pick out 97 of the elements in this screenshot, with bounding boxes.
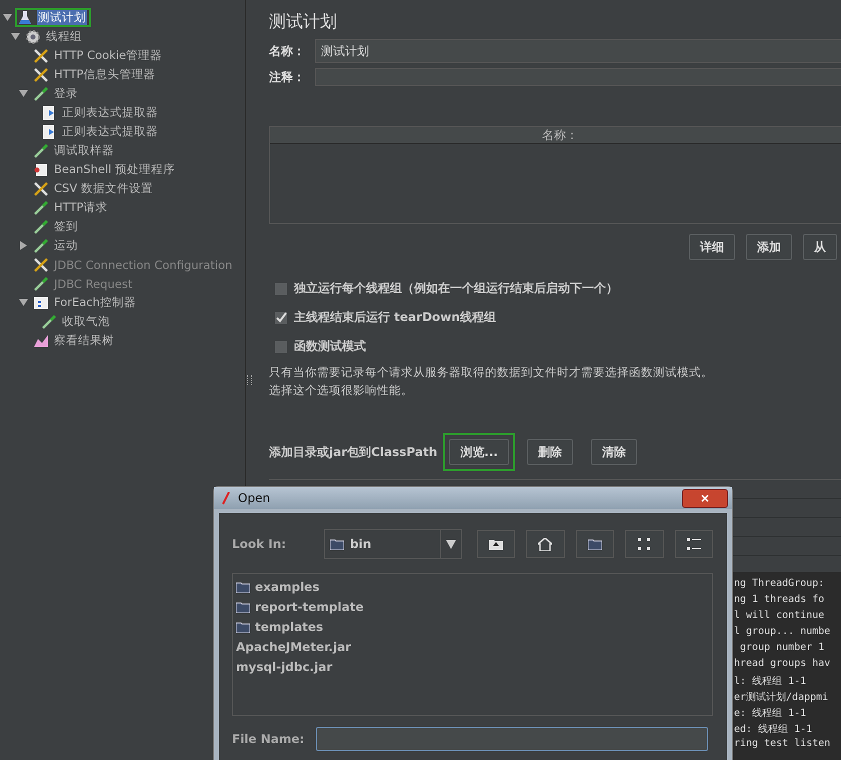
log-line: ring test listen [734, 738, 832, 751]
tree-item[interactable]: 正则表达式提取器 [61, 105, 159, 120]
log-line: er测试计划/dappmi [734, 690, 830, 705]
classpath-label: 添加目录或jar包到ClassPath [269, 444, 438, 460]
log-line: l: 线程组 1-1 [734, 674, 808, 689]
name-field[interactable]: 测试计划 [315, 39, 841, 63]
chart-icon [33, 332, 49, 348]
log-line: group number 1 [739, 642, 826, 655]
folder-icon [236, 622, 250, 632]
expand-toggle-icon[interactable] [11, 32, 20, 41]
pipette-icon [33, 238, 49, 254]
column-header: 名称： [270, 127, 841, 144]
comment-field[interactable] [315, 68, 841, 86]
expand-toggle-icon[interactable] [19, 298, 28, 307]
folder-icon [588, 538, 602, 550]
file-item[interactable]: ApacheJMeter.jar [236, 640, 352, 654]
wrench-screwdriver-icon [33, 180, 49, 196]
log-line: hread groups hav [734, 658, 832, 671]
expand-toggle-icon[interactable] [19, 241, 28, 250]
log-line: ng 1 threads fo [734, 594, 826, 607]
home-button[interactable] [526, 530, 565, 558]
wrench-screwdriver-icon [33, 256, 49, 272]
flask-icon [17, 10, 33, 26]
tree-item[interactable]: 签到 [53, 219, 79, 234]
log-line: l will continue [734, 610, 826, 623]
file-item[interactable]: examples [255, 580, 320, 594]
feather-icon [222, 492, 230, 504]
folder-icon [236, 582, 250, 592]
classpath-button[interactable]: 浏览... [449, 439, 509, 465]
tree-item[interactable]: HTTP信息头管理器 [53, 67, 156, 82]
log-line: l group... numbe [734, 626, 832, 639]
pipette-icon [33, 86, 49, 102]
checkbox[interactable] [275, 312, 287, 324]
new-folder-button[interactable] [576, 530, 614, 558]
tree-item[interactable]: 运动 [53, 238, 79, 253]
file-item[interactable]: templates [255, 620, 324, 634]
script-page-icon [33, 162, 49, 178]
tree-item[interactable]: 收取气泡 [61, 314, 111, 329]
table-button[interactable]: 详细 [689, 234, 735, 260]
log-line: e: 线程组 1-1 [734, 706, 808, 721]
checkbox-label: 函数测试模式 [294, 338, 366, 355]
expand-toggle-icon[interactable] [19, 89, 28, 98]
list-view-button[interactable] [625, 530, 664, 558]
look-in-dropdown[interactable]: bin [324, 529, 462, 559]
grid-icon [638, 538, 650, 550]
file-name-label: File Name: [232, 732, 306, 746]
log-line: ed: 线程组 1-1 [734, 722, 814, 737]
folder-icon [236, 602, 250, 612]
tree-item[interactable]: HTTP Cookie管理器 [53, 48, 164, 63]
tree-item[interactable]: CSV 数据文件设置 [53, 181, 154, 196]
checkbox[interactable] [275, 340, 287, 352]
tree-item[interactable]: 调试取样器 [53, 143, 115, 158]
folder-up-icon [488, 538, 503, 550]
log-line: ng ThreadGroup: [734, 578, 826, 591]
checkbox-label: 独立运行每个线程组（例如在一个组运行结束后启动下一个） [294, 280, 618, 297]
tree-item[interactable]: 正则表达式提取器 [61, 124, 159, 139]
tree-item[interactable]: HTTP请求 [53, 200, 108, 215]
tree-item[interactable]: 线程组 [45, 29, 83, 44]
classpath-button[interactable]: 删除 [526, 439, 573, 465]
splitter-handle-icon[interactable] [247, 375, 252, 385]
pipette-icon [33, 218, 49, 234]
wrench-screwdriver-icon [33, 48, 49, 64]
expand-toggle-icon[interactable] [3, 13, 12, 22]
tree-item[interactable]: ForEach控制器 [53, 295, 137, 310]
pipette-icon [33, 142, 49, 158]
dialog-title: Open [238, 491, 270, 505]
pipette-icon [33, 276, 49, 292]
folder-icon [330, 538, 344, 550]
file-name-field[interactable] [316, 727, 708, 751]
pipette-icon [33, 200, 49, 216]
details-view-button[interactable] [674, 530, 713, 558]
close-button[interactable]: × [682, 488, 728, 508]
caret-down-icon [446, 540, 456, 548]
file-item[interactable]: mysql-jdbc.jar [236, 660, 332, 674]
pipette-icon [41, 314, 57, 330]
look-in-label: Look In: [232, 537, 288, 551]
panel-title: 测试计划 [269, 11, 338, 34]
tree-item[interactable]: 测试计划 [37, 10, 87, 25]
note-text: 只有当你需要记录每个请求从服务器取得的数据到文件时才需要选择函数测试模式。 [269, 364, 714, 381]
classpath-button[interactable]: 清除 [590, 439, 637, 465]
controller-page-icon [33, 294, 49, 310]
wrench-screwdriver-icon [33, 66, 49, 82]
table-button[interactable]: 从 [803, 234, 837, 260]
gear-icon [25, 28, 41, 44]
home-icon [538, 538, 552, 550]
tree-item[interactable]: 察看结果树 [53, 333, 115, 348]
note-text: 选择这个选项很影响性能。 [269, 382, 414, 399]
tree-item[interactable]: BeanShell 预处理程序 [53, 162, 176, 177]
table-button[interactable]: 添加 [746, 234, 792, 260]
field-label: 名称： [269, 42, 306, 60]
up-folder-button[interactable] [476, 530, 516, 558]
tree-item[interactable]: 登录 [53, 86, 79, 101]
checkbox-label: 主线程结束后运行 tearDown线程组 [294, 309, 496, 326]
field-label: 注释： [269, 68, 306, 86]
file-item[interactable]: report-template [255, 600, 364, 614]
checkbox[interactable] [275, 282, 287, 294]
list-icon [686, 538, 701, 550]
